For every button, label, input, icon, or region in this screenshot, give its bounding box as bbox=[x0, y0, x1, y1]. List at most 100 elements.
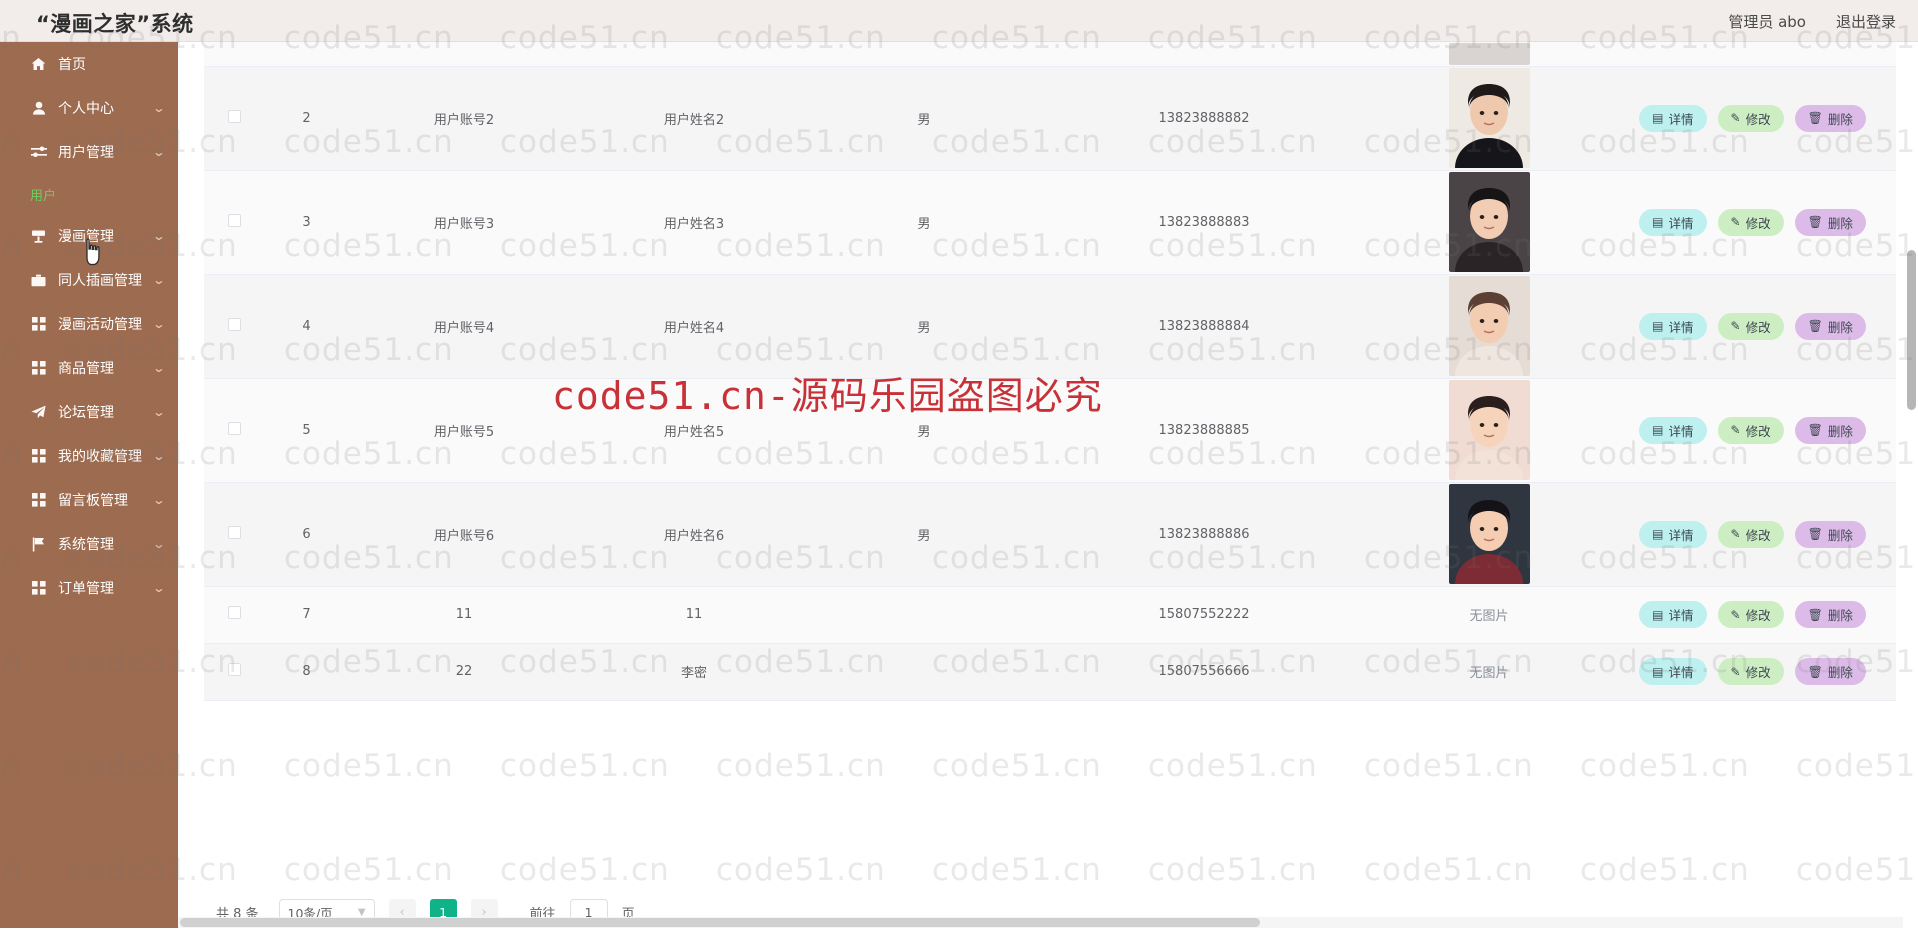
row-sex-cell bbox=[809, 586, 1039, 643]
no-image-label: 无图片 bbox=[1469, 609, 1508, 624]
edit-button[interactable]: ✎修改 bbox=[1718, 105, 1784, 132]
sidebar-item-8[interactable]: 论坛管理⌄ bbox=[0, 390, 178, 434]
detail-button-label: 详情 bbox=[1669, 317, 1694, 336]
detail-button[interactable]: ▤详情 bbox=[1639, 313, 1706, 340]
row-checkbox-cell bbox=[204, 482, 264, 586]
edit-button[interactable]: ✎修改 bbox=[1718, 209, 1784, 236]
detail-button[interactable]: ▤详情 bbox=[1639, 658, 1706, 685]
delete-button[interactable]: 🗑删除 bbox=[1795, 313, 1866, 340]
pencil-icon: ✎ bbox=[1731, 112, 1741, 124]
edit-button-label: 修改 bbox=[1746, 605, 1771, 624]
edit-button[interactable]: ✎修改 bbox=[1718, 313, 1784, 340]
row-actions-cell: ▤详情 ✎修改 🗑删除 bbox=[1609, 170, 1896, 274]
row-checkbox[interactable] bbox=[228, 318, 241, 331]
row-account-cell: 用户账号3 bbox=[349, 170, 579, 274]
sidebar-item-label: 留言板管理 bbox=[58, 490, 156, 510]
table-row: 822李密15807556666无图片▤详情✎修改🗑删除 bbox=[204, 643, 1896, 700]
delete-button[interactable]: 🗑删除 bbox=[1795, 209, 1866, 236]
document-icon: ▤ bbox=[1652, 216, 1663, 228]
row-checkbox[interactable] bbox=[228, 606, 241, 619]
delete-button[interactable]: 🗑删除 bbox=[1795, 521, 1866, 548]
sidebar-item-12[interactable]: 订单管理⌄ bbox=[0, 566, 178, 610]
sidebar-item-label: 商品管理 bbox=[58, 358, 156, 378]
detail-button[interactable]: ▤详情 bbox=[1639, 105, 1706, 132]
grid-icon bbox=[30, 492, 47, 508]
row-id-cell: 7 bbox=[264, 586, 349, 643]
row-phone-cell: 15807556666 bbox=[1039, 643, 1369, 700]
row-checkbox-cell bbox=[204, 643, 264, 700]
row-name-cell: 李密 bbox=[579, 643, 809, 700]
detail-button[interactable]: ▤详情 bbox=[1639, 521, 1706, 548]
document-icon: ▤ bbox=[1652, 424, 1663, 436]
row-checkbox[interactable] bbox=[228, 422, 241, 435]
row-checkbox[interactable] bbox=[228, 663, 241, 676]
detail-button-label: 详情 bbox=[1669, 525, 1694, 544]
delete-button[interactable]: 🗑删除 bbox=[1795, 417, 1866, 444]
row-sex-cell bbox=[809, 42, 1039, 66]
sidebar-item-label: 同人插画管理 bbox=[58, 270, 156, 290]
pencil-icon: ✎ bbox=[1731, 666, 1741, 678]
sidebar-item-label: 订单管理 bbox=[58, 578, 156, 598]
row-sex-cell bbox=[809, 643, 1039, 700]
vertical-scrollbar-track[interactable] bbox=[1903, 42, 1918, 928]
row-id-cell: 8 bbox=[264, 643, 349, 700]
chevron-down-icon: ▼ bbox=[358, 907, 366, 918]
user-table: 2用户账号2用户姓名2男13823888882▤详情✎修改🗑删除3用户账号3用户… bbox=[204, 42, 1896, 701]
main-content: 2用户账号2用户姓名2男13823888882▤详情✎修改🗑删除3用户账号3用户… bbox=[178, 42, 1918, 928]
grid-icon bbox=[30, 448, 47, 464]
row-account-cell: 用户账号5 bbox=[349, 378, 579, 482]
delete-button[interactable]: 🗑删除 bbox=[1795, 601, 1866, 628]
delete-button[interactable]: 🗑删除 bbox=[1795, 105, 1866, 132]
row-checkbox[interactable] bbox=[228, 526, 241, 539]
sidebar-item-label: 论坛管理 bbox=[58, 402, 156, 422]
pencil-icon: ✎ bbox=[1731, 528, 1741, 540]
delete-button[interactable]: 🗑删除 bbox=[1795, 658, 1866, 685]
flag-icon bbox=[30, 536, 47, 552]
sidebar-item-3[interactable]: 用户管理⌄ bbox=[0, 130, 178, 174]
edit-button[interactable]: ✎修改 bbox=[1718, 521, 1784, 548]
sidebar-item-7[interactable]: 商品管理⌄ bbox=[0, 346, 178, 390]
trash-icon: 🗑 bbox=[1808, 216, 1823, 228]
chevron-down-icon: ⌄ bbox=[152, 229, 178, 243]
pencil-icon: ✎ bbox=[1731, 216, 1741, 228]
row-checkbox[interactable] bbox=[228, 214, 241, 227]
detail-button-label: 详情 bbox=[1669, 421, 1694, 440]
row-action-group: ▤详情 ✎修改 🗑删除 bbox=[1609, 521, 1896, 548]
no-image-label: 无图片 bbox=[1469, 666, 1508, 681]
detail-button-label: 详情 bbox=[1669, 605, 1694, 624]
sidebar-item-1[interactable]: 首页 bbox=[0, 42, 178, 86]
chevron-down-icon: ⌄ bbox=[152, 101, 178, 115]
horizontal-scrollbar-thumb[interactable] bbox=[180, 918, 1260, 927]
edit-button[interactable]: ✎修改 bbox=[1718, 417, 1784, 444]
row-phone-cell: 13823888884 bbox=[1039, 274, 1369, 378]
row-account-cell bbox=[349, 42, 579, 66]
detail-button[interactable]: ▤ 详情 bbox=[1639, 417, 1706, 444]
row-id-cell: 6 bbox=[264, 482, 349, 586]
table-row-partial bbox=[204, 42, 1896, 66]
trash-icon: 🗑 bbox=[1808, 424, 1823, 436]
sidebar-item-11[interactable]: 系统管理⌄ bbox=[0, 522, 178, 566]
row-photo-cell bbox=[1369, 42, 1609, 66]
document-icon: ▤ bbox=[1652, 112, 1663, 124]
sidebar-item-10[interactable]: 留言板管理⌄ bbox=[0, 478, 178, 522]
row-actions-cell: ▤详情 ✎修改 🗑删除 bbox=[1609, 586, 1896, 643]
chevron-down-icon: ⌄ bbox=[152, 405, 178, 419]
row-checkbox[interactable] bbox=[228, 110, 241, 123]
edit-button[interactable]: ✎修改 bbox=[1718, 658, 1784, 685]
sidebar-item-9[interactable]: 我的收藏管理⌄ bbox=[0, 434, 178, 478]
sidebar-item-5[interactable]: 同人插画管理⌄ bbox=[0, 258, 178, 302]
sidebar-subitem-user[interactable]: 用户 bbox=[0, 174, 178, 214]
home-icon bbox=[30, 56, 47, 72]
vertical-scrollbar-thumb[interactable] bbox=[1907, 250, 1916, 410]
logout-link[interactable]: 退出登录 bbox=[1836, 11, 1896, 32]
detail-button[interactable]: ▤详情 bbox=[1639, 601, 1706, 628]
sidebar-item-6[interactable]: 漫画活动管理⌄ bbox=[0, 302, 178, 346]
row-actions-cell: ▤详情 ✎修改 🗑删除 bbox=[1609, 482, 1896, 586]
edit-button[interactable]: ✎修改 bbox=[1718, 601, 1784, 628]
sidebar-item-label: 漫画活动管理 bbox=[58, 314, 156, 334]
row-id-cell: 5 bbox=[264, 378, 349, 482]
detail-button[interactable]: ▤详情 bbox=[1639, 209, 1706, 236]
sidebar-item-4[interactable]: 漫画管理⌄ bbox=[0, 214, 178, 258]
sidebar-item-2[interactable]: 个人中心⌄ bbox=[0, 86, 178, 130]
user-table-card: 2用户账号2用户姓名2男13823888882▤详情✎修改🗑删除3用户账号3用户… bbox=[204, 42, 1896, 886]
